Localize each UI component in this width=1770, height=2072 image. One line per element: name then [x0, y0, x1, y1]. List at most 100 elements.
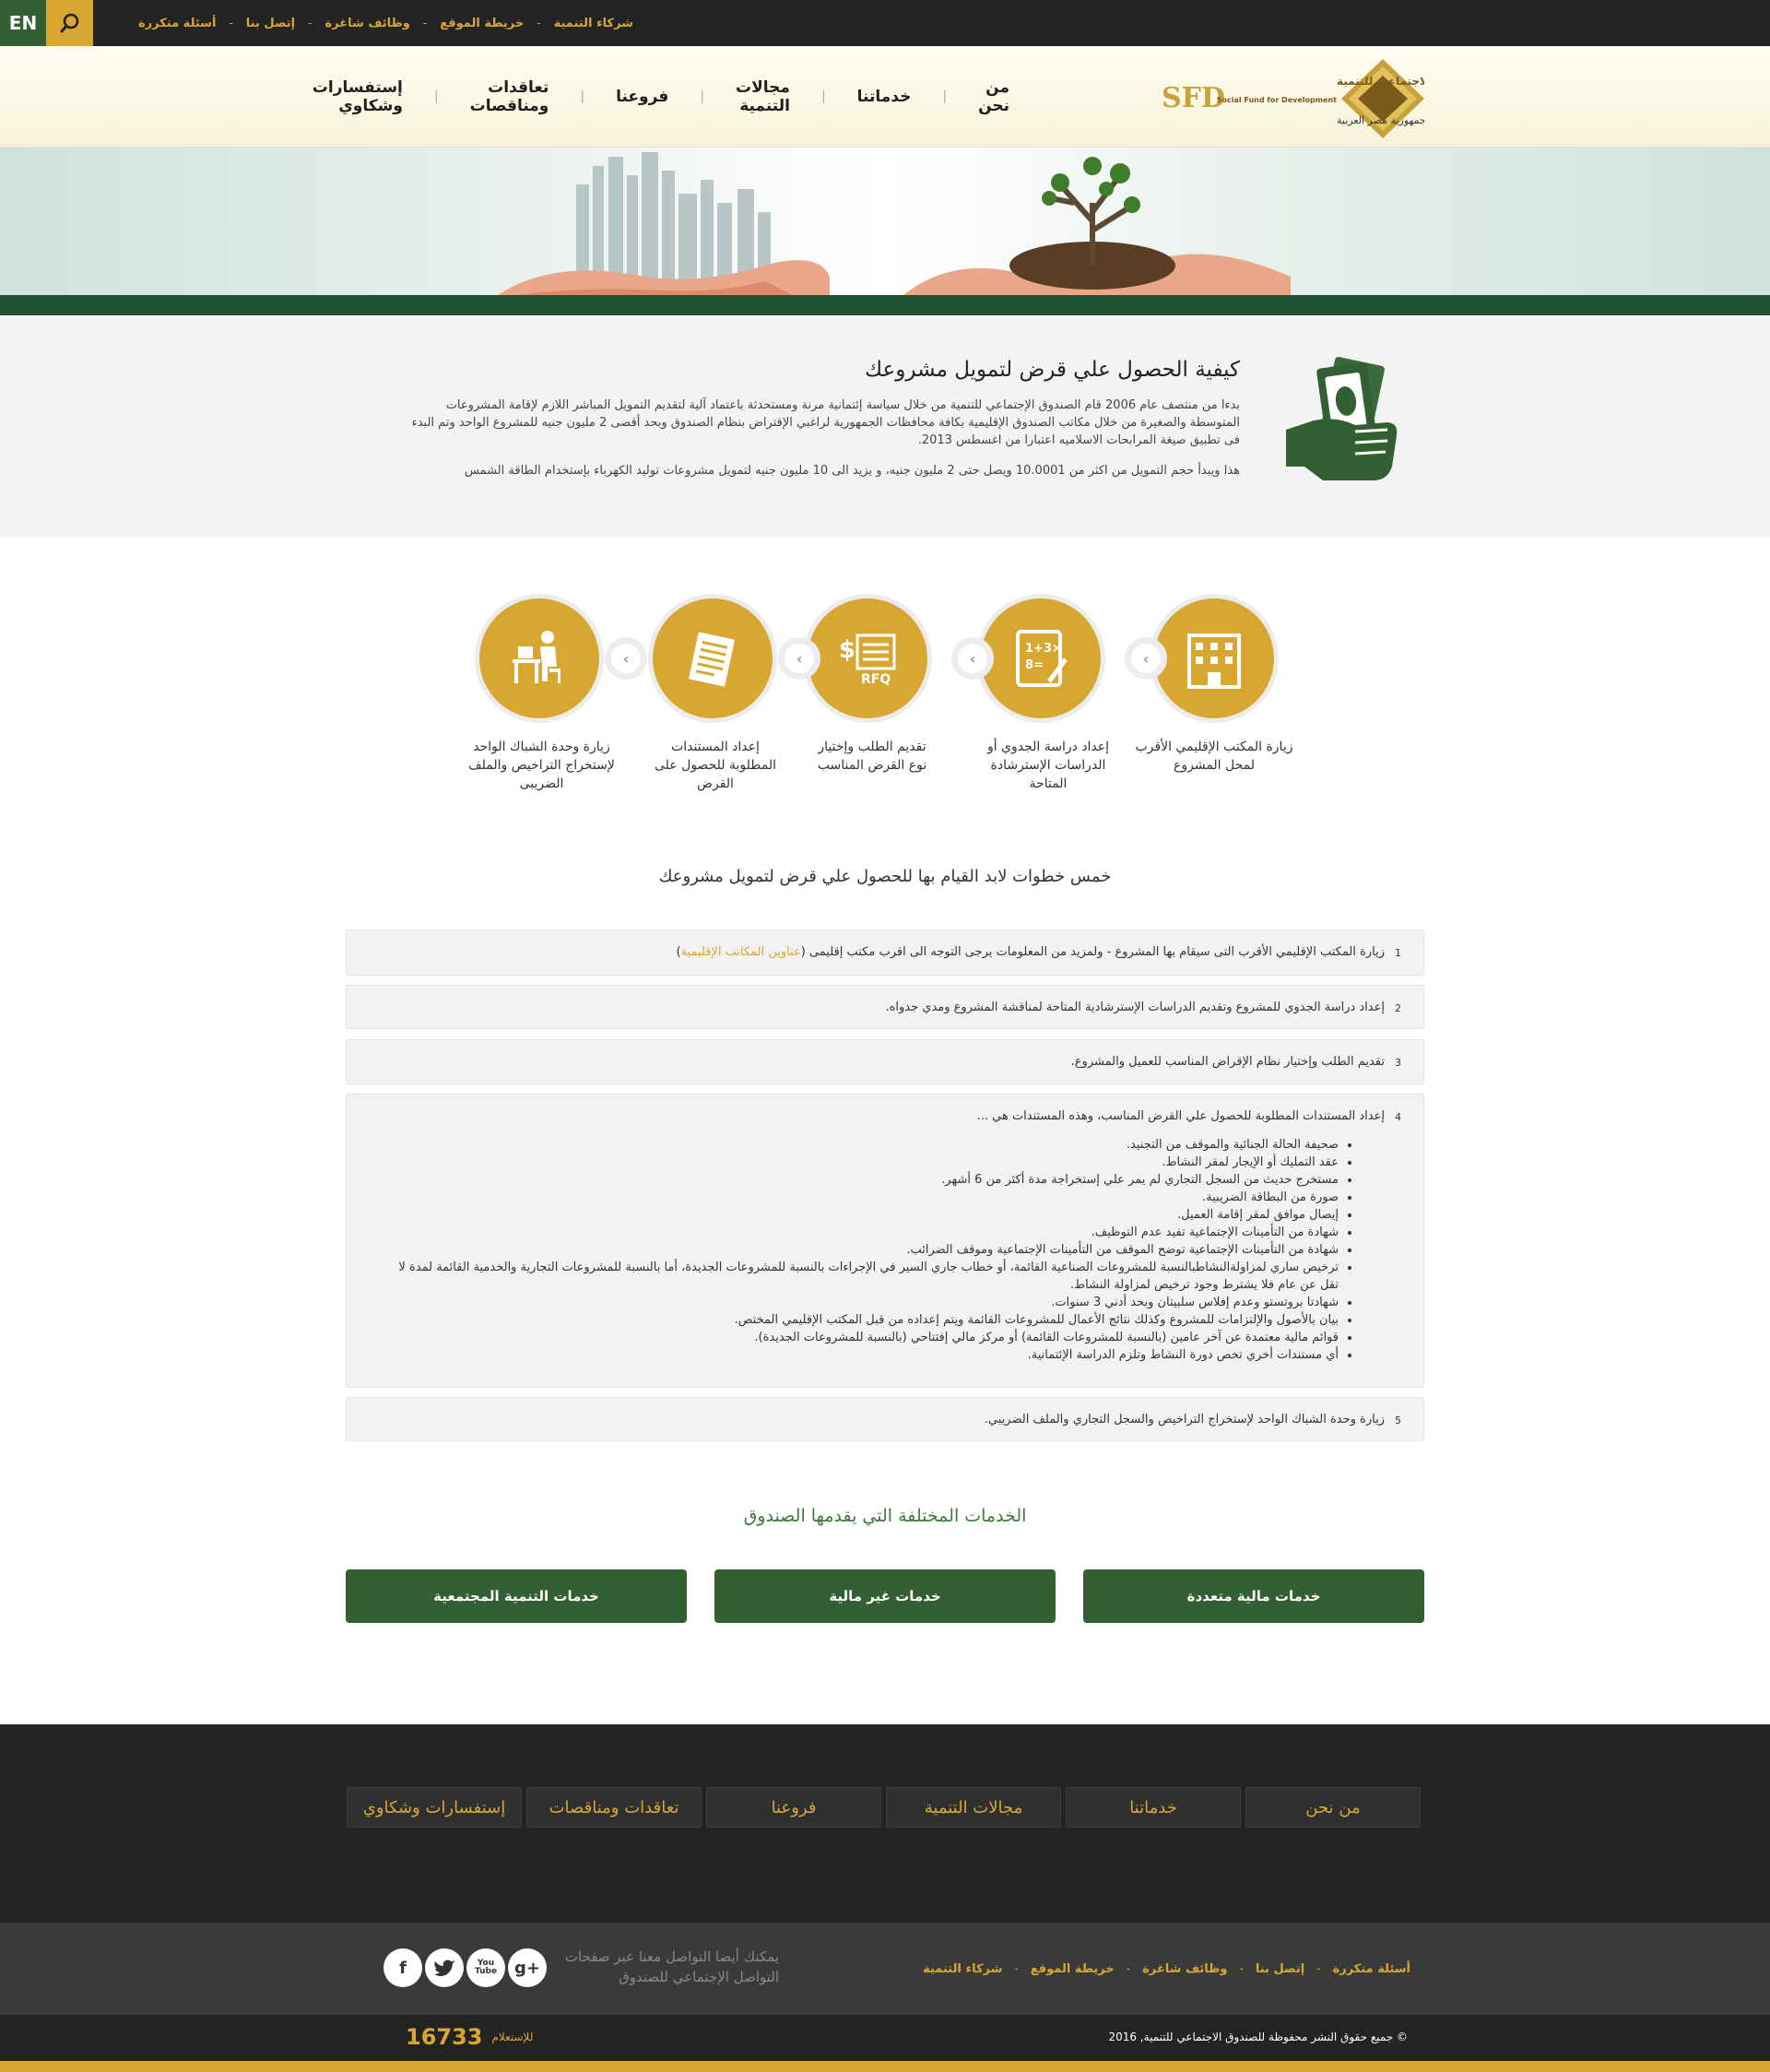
money-hand-icon	[1286, 356, 1401, 485]
separator: |	[942, 89, 948, 104]
intro-paragraph-1: بدءا من منتصف عام 2006 قام الصندوق الإجت…	[411, 398, 1240, 447]
list-item: صورة من البطاقة الضريبية.	[398, 1189, 1339, 1206]
top-link-faq[interactable]: أسئلة متكررة	[138, 17, 216, 30]
regional-offices-link[interactable]: عناوين المكاتب الإقليمية	[681, 945, 801, 959]
rfq-icon: $ RFQ	[839, 633, 896, 687]
sfd-logo[interactable]: SFD الصندوق الاجتماعي للتنمية Social Fun…	[1157, 59, 1482, 138]
financial-services-button[interactable]: خدمات مالية متعددة	[1083, 1569, 1424, 1623]
top-link-sitemap[interactable]: خريطة الموقع	[440, 17, 524, 30]
accordion-item-4[interactable]: 4 إعداد المستندات المطلوبة للحصول علي ال…	[346, 1094, 1424, 1388]
intro-text: كيفية الحصول علي قرض لتمويل مشروعك بدءا …	[406, 358, 1240, 492]
svg-text:$: $	[839, 636, 856, 664]
accordion-item-3[interactable]: 3 تقديم الطلب وإختيار نظام الإقراض المنا…	[346, 1039, 1424, 1084]
separator: -	[308, 17, 313, 30]
twitter-bird-icon	[434, 1960, 454, 1976]
hotline-number[interactable]: 16733	[406, 2024, 483, 2050]
hero-banner	[0, 148, 1770, 295]
services-section: الخدمات المختلفة التي يقدمها الصندوق	[0, 1506, 1770, 1526]
footer-nav-branches[interactable]: فروعنا	[706, 1787, 881, 1828]
separator: -	[1014, 1962, 1019, 1975]
list-item: عقد التمليك أو الإيجار لمقر النشاط.	[398, 1154, 1339, 1171]
main-nav: من نحن | خدماتنا | مجالات التنمية | فروع…	[313, 46, 1009, 148]
top-link-contact[interactable]: إتصل بنا	[246, 17, 295, 30]
step-4-circle[interactable]	[648, 594, 777, 723]
svg-text:1+3×: 1+3×	[1025, 642, 1062, 656]
logo-arabic: الصندوق الاجتماعي للتنمية	[1337, 75, 1424, 89]
list-item: شهادة من التأمينات الإجتماعية تفيد عدم ا…	[398, 1224, 1339, 1241]
list-item: شهادة من التأمينات الإجتماعية توضح الموق…	[398, 1241, 1339, 1259]
step-5-circle[interactable]	[475, 594, 604, 723]
list-item: صحيفة الحالة الجنائية والموقف من التجنيد…	[398, 1136, 1339, 1154]
chevron-left-icon: ‹	[785, 644, 814, 673]
footer-link-partners[interactable]: شركاء التنمية	[923, 1962, 1002, 1976]
chevron-left-icon: ‹	[1131, 644, 1161, 673]
step-4-label: إعداد المستندات المطلوبة للحصول على القر…	[654, 740, 777, 791]
youtube-icon[interactable]: You Tube	[466, 1948, 505, 1987]
non-financial-services-button[interactable]: خدمات غير مالية	[714, 1569, 1056, 1623]
top-link-jobs[interactable]: وظائف شاغرة	[324, 17, 409, 30]
accordion-item-5[interactable]: 5 زيارة وحدة الشباك الواحد لإستخراج التر…	[346, 1397, 1424, 1441]
facebook-icon[interactable]: f	[384, 1948, 422, 1987]
nav-development[interactable]: مجالات التنمية	[736, 78, 790, 115]
separator: |	[580, 89, 585, 104]
footer-nav-about[interactable]: من نحن	[1245, 1787, 1421, 1828]
accordion-item-2[interactable]: 2 إعداد دراسة الجدوي للمشروع وتقديم الدر…	[346, 985, 1424, 1029]
footer-links-area: أسئلة متكررة - إتصل بنا - وظائف شاغرة - …	[0, 1923, 1770, 2015]
accordion-number: 5	[1395, 1415, 1401, 1427]
separator: -	[422, 17, 428, 30]
accordion-number: 1	[1395, 947, 1401, 959]
separator: -	[537, 17, 541, 30]
separator: -	[1239, 1962, 1244, 1975]
community-development-button[interactable]: خدمات التنمية المجتمعية	[346, 1569, 687, 1623]
hotline: للإستعلام 16733	[406, 2024, 533, 2050]
accordion-text-body: زيارة المكتب الإقليمي الأقرب التى سيقام …	[800, 945, 1385, 959]
footer-nav-tenders[interactable]: تعاقدات ومناقصات	[526, 1787, 702, 1828]
accordion-text: زيارة وحدة الشباك الواحد لإستخراج التراخ…	[984, 1413, 1385, 1427]
nav-about[interactable]: من نحن	[978, 78, 1009, 115]
language-switch-button[interactable]: EN	[0, 0, 46, 46]
step-1-label: زيارة المكتب الإقليمي الأقرب لمحل المشرو…	[1135, 740, 1293, 773]
search-button[interactable]	[46, 0, 93, 46]
top-link-partners[interactable]: شركاء التنمية	[554, 17, 633, 30]
accordion-text: إعداد المستندات المطلوبة للحصول علي القر…	[976, 1109, 1385, 1123]
footer-link-faq[interactable]: أسئلة متكررة	[1333, 1962, 1410, 1976]
intro-section: كيفية الحصول علي قرض لتمويل مشروعك بدءا …	[0, 315, 1770, 537]
list-item: بيان بالأصول والإلتزامات للمشروع وكذلك ن…	[398, 1311, 1339, 1329]
footer-nav-services[interactable]: خدماتنا	[1066, 1787, 1241, 1828]
footer-nav-area: من نحن خدماتنا مجالات التنمية فروعنا تعا…	[0, 1724, 1770, 1923]
accordion-item-1[interactable]: 1 زيارة المكتب الإقليمي الأقرب التى سيقا…	[346, 929, 1424, 976]
step-3-label: تقديم الطلب وإختيار نوع القرض المناسب	[817, 740, 927, 773]
footer-bottom: © جميع حقوق النشر محفوظة للصندوق الاجتما…	[0, 2015, 1770, 2061]
list-item: شهادتا بروتستو وعدم إفلاس سلبيتان وبحد أ…	[398, 1294, 1339, 1311]
footer-nav-inquiries[interactable]: إستفسارات وشكاوي	[347, 1787, 522, 1828]
five-steps-title: خمس خطوات لابد القيام بها للحصول علي قرض…	[658, 867, 1112, 886]
footer-link-jobs[interactable]: وظائف شاغرة	[1142, 1962, 1227, 1976]
step-connector-arrow: ‹	[951, 637, 994, 680]
desk-person-icon	[513, 631, 560, 683]
nav-services[interactable]: خدماتنا	[857, 88, 912, 106]
social-text: يمكنك أيضا التواصل معنا عبر صفحات التواص…	[564, 1948, 779, 1985]
footer-link-sitemap[interactable]: خريطة الموقع	[1031, 1962, 1115, 1976]
step-2-circle[interactable]: 1+3× 8=	[976, 594, 1105, 723]
step-3-circle[interactable]: $ RFQ	[803, 594, 932, 723]
list-item: أي مستندات أخري تخص دورة النشاط وتلزم ال…	[398, 1346, 1339, 1364]
hotline-label: للإستعلام	[491, 2031, 534, 2043]
list-item: إيصال موافق لمقر إقامة العميل.	[398, 1206, 1339, 1224]
separator: -	[1316, 1962, 1321, 1975]
nav-tenders[interactable]: تعاقدات ومناقصات	[470, 78, 549, 115]
nav-branches[interactable]: فروعنا	[616, 88, 668, 106]
accordion-number: 3	[1395, 1057, 1401, 1069]
footer-link-contact[interactable]: إتصل بنا	[1256, 1962, 1304, 1976]
svg-text:RFQ: RFQ	[861, 672, 891, 687]
googleplus-icon[interactable]: g+	[508, 1948, 547, 1987]
footer-nav-development[interactable]: مجالات التنمية	[886, 1787, 1061, 1828]
accordion-number: 4	[1395, 1111, 1401, 1123]
chevron-left-icon: ‹	[611, 644, 641, 673]
top-links: أسئلة متكررة - إتصل بنا - وظائف شاغرة - …	[138, 0, 633, 46]
nav-inquiries[interactable]: إستفسارات وشكاوي	[313, 78, 403, 115]
twitter-icon[interactable]	[425, 1948, 464, 1987]
step-1-circle[interactable]	[1150, 594, 1279, 723]
notebook-math-icon: 1+3× 8=	[1016, 630, 1068, 687]
step-connector-arrow: ‹	[605, 637, 647, 680]
copyright: © جميع حقوق النشر محفوظة للصندوق الاجتما…	[1108, 2031, 1409, 2043]
